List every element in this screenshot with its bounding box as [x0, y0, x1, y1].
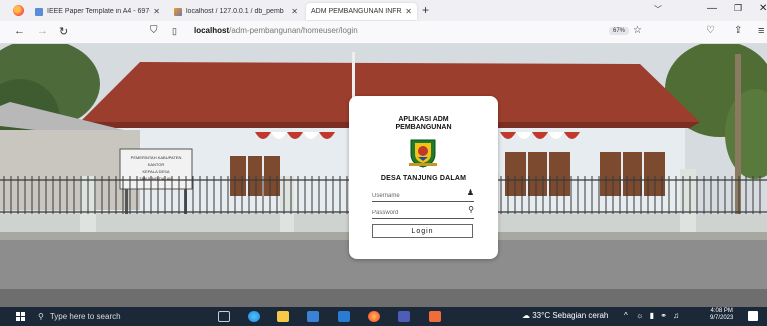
tab-title: ADM PEMBANGUNAN INFRASTRU: [311, 8, 402, 15]
navigation-toolbar: ← → ↻ ⛉ ▯ localhost/adm-pembangunan/home…: [0, 21, 767, 44]
clock[interactable]: 4:08 PM 9/7/2023: [710, 308, 733, 322]
vscode-icon[interactable]: [307, 311, 319, 322]
login-button[interactable]: Login: [372, 224, 473, 238]
tab-title: localhost / 127.0.0.1 / db_pemb: [186, 8, 284, 15]
chevron-up-icon[interactable]: ^: [624, 311, 628, 320]
new-tab-button[interactable]: +: [422, 3, 429, 17]
restore-icon[interactable]: ❐: [734, 3, 742, 14]
edge-icon[interactable]: [248, 311, 260, 322]
firefox-taskbar-icon[interactable]: [368, 311, 380, 322]
globe-icon[interactable]: ⚭: [660, 311, 667, 320]
sign-line-2: KANTOR: [148, 162, 165, 167]
extensions-icon[interactable]: ⇪: [734, 25, 742, 36]
login-card: APLIKASI ADM PEMBANGUNAN DESA TANJUNG DA…: [349, 96, 498, 259]
background-photo: PEMERINTAH KABUPATEN KANTOR KEPALA DESA …: [0, 44, 767, 307]
url-bar[interactable]: localhost/adm-pembangunan/homeuser/login: [194, 26, 358, 35]
sign-line-1: PEMERINTAH KABUPATEN: [131, 155, 182, 160]
sign-line-3: KEPALA DESA: [142, 169, 169, 174]
close-tab-icon[interactable]: ✕: [405, 7, 412, 16]
battery-icon[interactable]: ▮: [650, 311, 654, 320]
document-icon: [35, 7, 43, 16]
regency-emblem-icon: [409, 139, 437, 168]
notification-icon[interactable]: [748, 311, 758, 321]
close-tab-icon[interactable]: ✕: [153, 7, 160, 16]
tab-ieee-template[interactable]: IEEE Paper Template in A4 - 697-Ri ✕: [30, 3, 165, 20]
bookmark-star-icon[interactable]: ☆: [633, 25, 642, 36]
search-placeholder: Type here to search: [49, 312, 121, 321]
volume-icon[interactable]: ♫: [673, 311, 679, 320]
network-icon[interactable]: ☼: [636, 311, 643, 320]
windows-start-icon[interactable]: [16, 312, 25, 321]
php-icon[interactable]: [398, 311, 410, 322]
app-title: APLIKASI ADM PEMBANGUNAN: [349, 116, 498, 132]
tab-title: IEEE Paper Template in A4 - 697-Ri: [47, 8, 151, 15]
tab-phpmyadmin[interactable]: localhost / 127.0.0.1 / db_pemb ✕: [169, 3, 303, 20]
weather-text: 33°C Sebagian cerah: [532, 311, 609, 320]
username-input[interactable]: [372, 190, 462, 201]
page-icon[interactable]: ▯: [172, 26, 177, 37]
list-all-tabs-icon[interactable]: ﹀: [654, 4, 662, 15]
url-host: localhost: [194, 26, 230, 35]
village-name: DESA TANJUNG DALAM: [380, 175, 467, 182]
password-field: ⚲: [372, 205, 474, 219]
xampp-icon[interactable]: [429, 311, 441, 322]
pocket-icon[interactable]: ♡: [706, 25, 715, 36]
username-field: ♟: [372, 188, 474, 202]
password-input[interactable]: [372, 207, 462, 218]
reload-icon[interactable]: ↻: [59, 25, 68, 38]
key-icon: ⚲: [468, 205, 474, 214]
app-title-line-2: PEMBANGUNAN: [395, 124, 452, 131]
tab-adm-pembangunan[interactable]: ADM PEMBANGUNAN INFRASTRU ✕: [306, 3, 417, 20]
shield-icon[interactable]: ⛉: [150, 25, 158, 36]
task-view-icon[interactable]: [218, 311, 230, 322]
menu-icon[interactable]: ≡: [758, 25, 764, 37]
phpmyadmin-icon: [174, 7, 182, 16]
file-explorer-icon[interactable]: [277, 311, 289, 322]
firefox-icon[interactable]: [13, 5, 24, 16]
app-title-line-1: APLIKASI ADM: [398, 116, 449, 123]
system-tray[interactable]: ^ ☼ ▮ ⚭ ♫: [624, 311, 679, 320]
close-window-icon[interactable]: ✕: [759, 3, 767, 14]
back-arrow-icon[interactable]: ←: [14, 25, 25, 37]
forward-arrow-icon[interactable]: →: [37, 25, 48, 37]
weather-icon: ☁: [522, 311, 530, 320]
mail-icon[interactable]: [338, 311, 350, 322]
search-icon: ⚲: [38, 312, 44, 321]
weather-widget[interactable]: ☁ 33°C Sebagian cerah: [522, 311, 608, 320]
user-icon: ♟: [466, 188, 474, 197]
clock-time: 4:08 PM: [710, 308, 733, 314]
windows-taskbar: ⚲ Type here to search ☁ 33°C Sebagian ce…: [0, 307, 767, 326]
tab-strip: IEEE Paper Template in A4 - 697-Ri ✕ loc…: [0, 0, 767, 21]
minimize-icon[interactable]: —: [707, 3, 717, 14]
close-tab-icon[interactable]: ✕: [291, 7, 298, 16]
taskbar-search[interactable]: ⚲ Type here to search: [38, 310, 198, 323]
zoom-level[interactable]: 67%: [609, 27, 630, 35]
clock-date: 9/7/2023: [710, 315, 734, 321]
url-path: /adm-pembangunan/homeuser/login: [229, 26, 358, 35]
